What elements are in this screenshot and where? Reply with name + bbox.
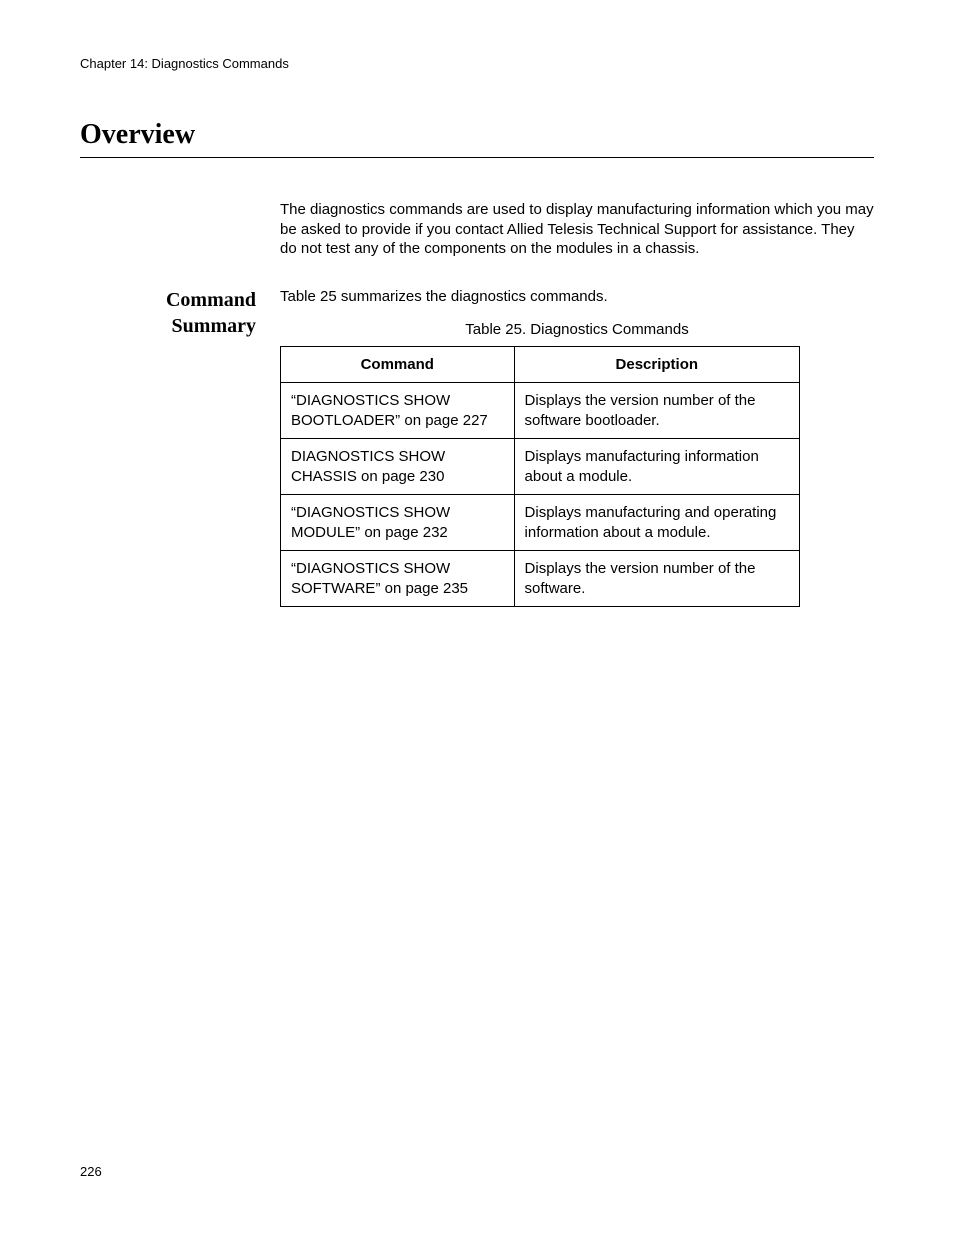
diagnostics-commands-table: Command Description “DIAGNOSTICS SHOW BO…: [280, 346, 800, 608]
command-summary-section: Command Summary Table 25 summarizes the …: [80, 287, 874, 608]
page: Chapter 14: Diagnostics Commands Overvie…: [0, 0, 954, 1235]
page-number: 226: [80, 1164, 102, 1179]
table-row: “DIAGNOSTICS SHOW MODULE” on page 232 Di…: [281, 495, 800, 551]
table-cell-description: Displays manufacturing and operating inf…: [514, 495, 799, 551]
table-header-description: Description: [514, 346, 799, 383]
table-caption: Table 25. Diagnostics Commands: [280, 320, 874, 340]
table-row: “DIAGNOSTICS SHOW BOOTLOADER” on page 22…: [281, 383, 800, 439]
table-cell-description: Displays the version number of the softw…: [514, 551, 799, 607]
summary-intro: Table 25 summarizes the diagnostics comm…: [280, 287, 874, 307]
table-cell-command: DIAGNOSTICS SHOW CHASSIS on page 230: [281, 439, 515, 495]
page-title: Overview: [80, 119, 874, 158]
table-header-command: Command: [281, 346, 515, 383]
table-cell-command: “DIAGNOSTICS SHOW SOFTWARE” on page 235: [281, 551, 515, 607]
intro-paragraph: The diagnostics commands are used to dis…: [280, 200, 874, 259]
table-cell-command: “DIAGNOSTICS SHOW MODULE” on page 232: [281, 495, 515, 551]
side-heading-command-summary: Command Summary: [80, 287, 280, 339]
table-row: DIAGNOSTICS SHOW CHASSIS on page 230 Dis…: [281, 439, 800, 495]
chapter-header: Chapter 14: Diagnostics Commands: [80, 56, 874, 71]
table-row: “DIAGNOSTICS SHOW SOFTWARE” on page 235 …: [281, 551, 800, 607]
table-cell-description: Displays manufacturing information about…: [514, 439, 799, 495]
table-cell-command: “DIAGNOSTICS SHOW BOOTLOADER” on page 22…: [281, 383, 515, 439]
command-summary-body: Table 25 summarizes the diagnostics comm…: [280, 287, 874, 608]
table-cell-description: Displays the version number of the softw…: [514, 383, 799, 439]
